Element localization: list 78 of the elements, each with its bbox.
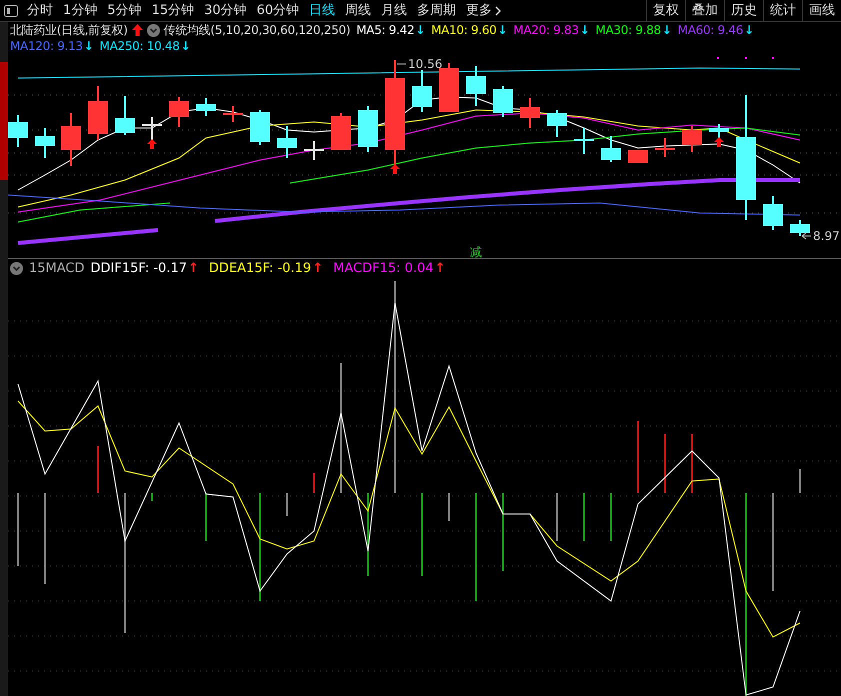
macd-value: DDIF15F: -0.17: [90, 260, 188, 278]
candlestick: [304, 141, 324, 160]
candlestick: [358, 106, 378, 152]
candlestick: [682, 126, 702, 152]
trend-arrow: ↑: [188, 260, 199, 278]
period-tab[interactable]: 60分钟: [252, 0, 304, 22]
candlestick: [331, 113, 351, 150]
stock-title: 北陆药业(日线,前复权): [10, 22, 128, 38]
candlestick: [790, 220, 810, 236]
ma-value: MA30: 9.88: [595, 22, 661, 38]
indicator-name: 15MACD: [29, 260, 85, 278]
trend-arrow: ↓: [415, 22, 426, 38]
candlestick: [8, 115, 28, 147]
trend-arrow: ↓: [744, 22, 754, 38]
ma-value: MA60: 9.46: [678, 22, 744, 38]
period-tab[interactable]: 月线: [376, 0, 412, 22]
candlestick: [277, 126, 297, 158]
candlestick: [547, 110, 567, 137]
trend-arrow: ↓: [662, 22, 672, 38]
candlestick: [88, 86, 108, 140]
period-tab[interactable]: 日线: [304, 0, 340, 22]
ma-value: MA10: 9.60: [431, 22, 497, 38]
candlestick: [412, 70, 432, 112]
high-price-label: 10.56: [408, 57, 442, 71]
candlestick: [574, 128, 594, 154]
ma-value: MA250: 10.48: [100, 38, 180, 54]
up-arrow-icon: [132, 24, 143, 36]
chevron-right-icon: [495, 6, 502, 16]
candlestick: [250, 110, 270, 145]
candlestick: [520, 98, 540, 128]
period-tab[interactable]: 分时: [22, 0, 58, 22]
candlestick: [169, 97, 189, 127]
up-arrow-icon: [714, 137, 724, 147]
low-price-label: 8.97: [813, 229, 840, 243]
toolbar-button[interactable]: 叠加: [685, 0, 724, 21]
period-tab[interactable]: 30分钟: [199, 0, 252, 22]
macd-value: DDEA15F: -0.19: [208, 260, 312, 278]
candlestick: [35, 128, 55, 158]
indicator-name: 传统均线(5,10,20,30,60,120,250): [164, 22, 350, 38]
ma-value: MA20: 9.83: [513, 22, 579, 38]
candlestick: [655, 138, 675, 157]
up-arrow-icon: [147, 139, 157, 149]
candlestick: [142, 117, 162, 140]
period-tab[interactable]: 15分钟: [146, 0, 200, 22]
candlestick: [763, 196, 783, 230]
trend-arrow: ↓: [84, 38, 94, 54]
panel-toggle-icon: [4, 4, 18, 16]
candlestick: [493, 86, 513, 117]
candlestick: [223, 106, 243, 122]
trend-arrow: ↓: [180, 38, 190, 54]
up-arrow-icon: [390, 164, 400, 174]
ma-value: MA5: 9.42: [356, 22, 414, 38]
candlestick: [601, 136, 621, 162]
candlestick: [115, 96, 135, 135]
more-button[interactable]: 更多: [461, 0, 506, 22]
candlestick: [61, 113, 81, 166]
macd-value: MACDF15: 0.04: [333, 260, 434, 278]
candlestick: [196, 98, 216, 116]
period-tab[interactable]: 周线: [340, 0, 376, 22]
signal-label: 减: [470, 245, 482, 258]
trend-arrow: ↓: [580, 22, 590, 38]
toolbar-button[interactable]: 复权: [646, 0, 685, 21]
period-tab[interactable]: 5分钟: [102, 0, 147, 22]
period-tab[interactable]: 多周期: [412, 0, 462, 22]
candlestick: [628, 150, 648, 163]
leader-arrow: [802, 232, 812, 240]
toolbar-button[interactable]: 统计: [763, 0, 802, 21]
toolbar-button[interactable]: 画线: [802, 0, 841, 21]
trend-arrow: ↓: [498, 22, 508, 38]
trend-arrow: ↑: [312, 260, 324, 278]
dropdown-chevron-icon[interactable]: [10, 262, 23, 275]
period-tab[interactable]: 1分钟: [58, 0, 102, 22]
toolbar-button[interactable]: 历史: [724, 0, 763, 21]
candlestick: [466, 66, 486, 106]
ma-value: MA120: 9.13: [10, 38, 83, 54]
candlestick: [709, 124, 729, 140]
dropdown-chevron-icon[interactable]: [146, 24, 160, 36]
trend-arrow: ↑: [434, 260, 446, 278]
